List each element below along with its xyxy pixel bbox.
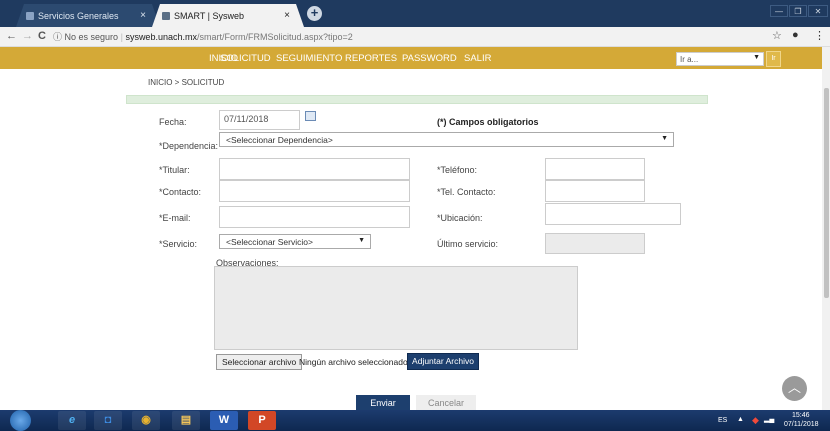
page-favicon-icon: [26, 12, 34, 20]
select-file-button[interactable]: Seleccionar archivo: [216, 354, 303, 370]
tab-label: SMART | Sysweb: [174, 11, 245, 21]
info-icon: ⓘ: [53, 32, 63, 42]
browser-menu-icon[interactable]: ⋮: [814, 29, 825, 42]
new-tab-button[interactable]: +: [307, 6, 322, 21]
calendar-icon[interactable]: [305, 111, 316, 121]
file-status-text: Ningún archivo seleccionado: [299, 357, 408, 367]
email-label: *E-mail:: [159, 213, 191, 223]
nav-reportes[interactable]: REPORTES: [345, 53, 397, 64]
url-separator: |: [120, 32, 123, 42]
telefono-input[interactable]: [545, 158, 645, 180]
bookmark-star-icon[interactable]: ☆: [772, 29, 782, 42]
ultimo-servicio-field: [545, 233, 645, 254]
telefono-label: *Teléfono:: [437, 165, 478, 175]
close-icon[interactable]: ×: [284, 10, 290, 21]
servicio-value: <Seleccionar Servicio>: [226, 237, 313, 247]
word-icon[interactable]: W: [210, 411, 238, 430]
goto-select[interactable]: Ir a... ▼: [676, 52, 764, 66]
chevron-down-icon: ▼: [661, 135, 668, 142]
tab-smart-sysweb[interactable]: SMART | Sysweb ×: [152, 4, 304, 27]
close-icon[interactable]: ×: [140, 10, 146, 21]
address-bar: ← → C ⓘ No es seguro | sysweb.unach.mx/s…: [0, 27, 830, 47]
os-taskbar: e ◘ ◉ ▤ W P ES ▲ ◆ ▂▄ 15:46 07/11/2018: [0, 410, 830, 431]
clock-date[interactable]: 07/11/2018: [784, 421, 819, 428]
goto-button[interactable]: Ir: [766, 51, 781, 67]
signal-icon[interactable]: ▂▄: [764, 415, 774, 423]
window-close-button[interactable]: ✕: [808, 5, 828, 17]
ultimo-servicio-label: Último servicio:: [437, 239, 499, 249]
nav-solicitud[interactable]: SOLICITUD: [220, 53, 271, 64]
tab-servicios-generales[interactable]: Servicios Generales ×: [16, 4, 160, 27]
dependencia-select[interactable]: <Seleccionar Dependencia> ▼: [219, 132, 674, 147]
url-path: /smart/Form/FRMSolicitud.aspx?tipo=2: [196, 32, 353, 42]
servicio-select[interactable]: <Seleccionar Servicio> ▼: [219, 234, 371, 249]
network-warning-icon[interactable]: ◆: [752, 415, 759, 426]
page-favicon-icon: [162, 12, 170, 20]
forward-arrow-icon[interactable]: →: [22, 30, 33, 42]
show-hidden-icons-icon[interactable]: ▲: [737, 416, 744, 423]
chevron-down-icon: ▼: [753, 54, 760, 61]
fecha-input[interactable]: 07/11/2018: [219, 110, 300, 130]
dependencia-value: <Seleccionar Dependencia>: [226, 135, 333, 145]
contacto-input[interactable]: [219, 180, 410, 202]
profile-icon[interactable]: ●: [792, 29, 799, 41]
clock-time[interactable]: 15:46: [792, 412, 810, 419]
dependencia-label: *Dependencia:: [159, 141, 219, 151]
reload-icon[interactable]: C: [38, 30, 46, 42]
windows-start-icon[interactable]: [10, 410, 31, 431]
url-field[interactable]: ⓘ No es seguro | sysweb.unach.mx/smart/F…: [53, 29, 793, 45]
nav-seguimiento[interactable]: SEGUIMIENTO: [276, 53, 342, 64]
tel-contacto-label: *Tel. Contacto:: [437, 187, 496, 197]
tab-label: Servicios Generales: [38, 11, 119, 21]
scrollbar-thumb[interactable]: [824, 88, 829, 298]
media-player-icon[interactable]: ◘: [94, 411, 122, 430]
browser-tab-strip: Servicios Generales × SMART | Sysweb × +…: [0, 0, 830, 27]
url-host: sysweb.unach.mx: [125, 32, 197, 42]
back-arrow-icon[interactable]: ←: [6, 30, 17, 42]
site-navbar: INICIO SOLICITUD SEGUIMIENTO REPORTES PA…: [0, 47, 830, 69]
titular-label: *Titular:: [159, 165, 190, 175]
breadcrumb: INICIO > SOLICITUD: [148, 78, 225, 87]
goto-select-value: Ir a...: [680, 55, 699, 64]
contacto-label: *Contacto:: [159, 187, 202, 197]
servicio-label: *Servicio:: [159, 239, 198, 249]
chrome-icon[interactable]: ◉: [132, 411, 160, 430]
language-indicator[interactable]: ES: [718, 417, 727, 424]
observaciones-textarea[interactable]: [214, 266, 578, 350]
email-input[interactable]: [219, 206, 410, 228]
status-bar: [126, 95, 708, 104]
fecha-label: Fecha:: [159, 117, 187, 127]
security-label: No es seguro: [64, 32, 119, 42]
minimize-button[interactable]: —: [770, 5, 788, 17]
powerpoint-icon[interactable]: P: [248, 411, 276, 430]
nav-salir[interactable]: SALIR: [464, 53, 491, 64]
required-fields-note: (*) Campos obligatorios: [437, 117, 539, 127]
tel-contacto-input[interactable]: [545, 180, 645, 202]
scroll-to-top-icon[interactable]: ︿: [782, 376, 807, 401]
ubicacion-label: *Ubicación:: [437, 213, 483, 223]
chevron-down-icon: ▼: [358, 237, 365, 244]
attach-file-button[interactable]: Adjuntar Archivo: [407, 353, 479, 370]
ubicacion-input[interactable]: [545, 203, 681, 225]
ie-icon[interactable]: e: [58, 411, 86, 430]
restore-button[interactable]: ❐: [789, 5, 807, 17]
file-explorer-icon[interactable]: ▤: [172, 411, 200, 430]
titular-input[interactable]: [219, 158, 410, 180]
nav-password[interactable]: PASSWORD: [402, 53, 457, 64]
